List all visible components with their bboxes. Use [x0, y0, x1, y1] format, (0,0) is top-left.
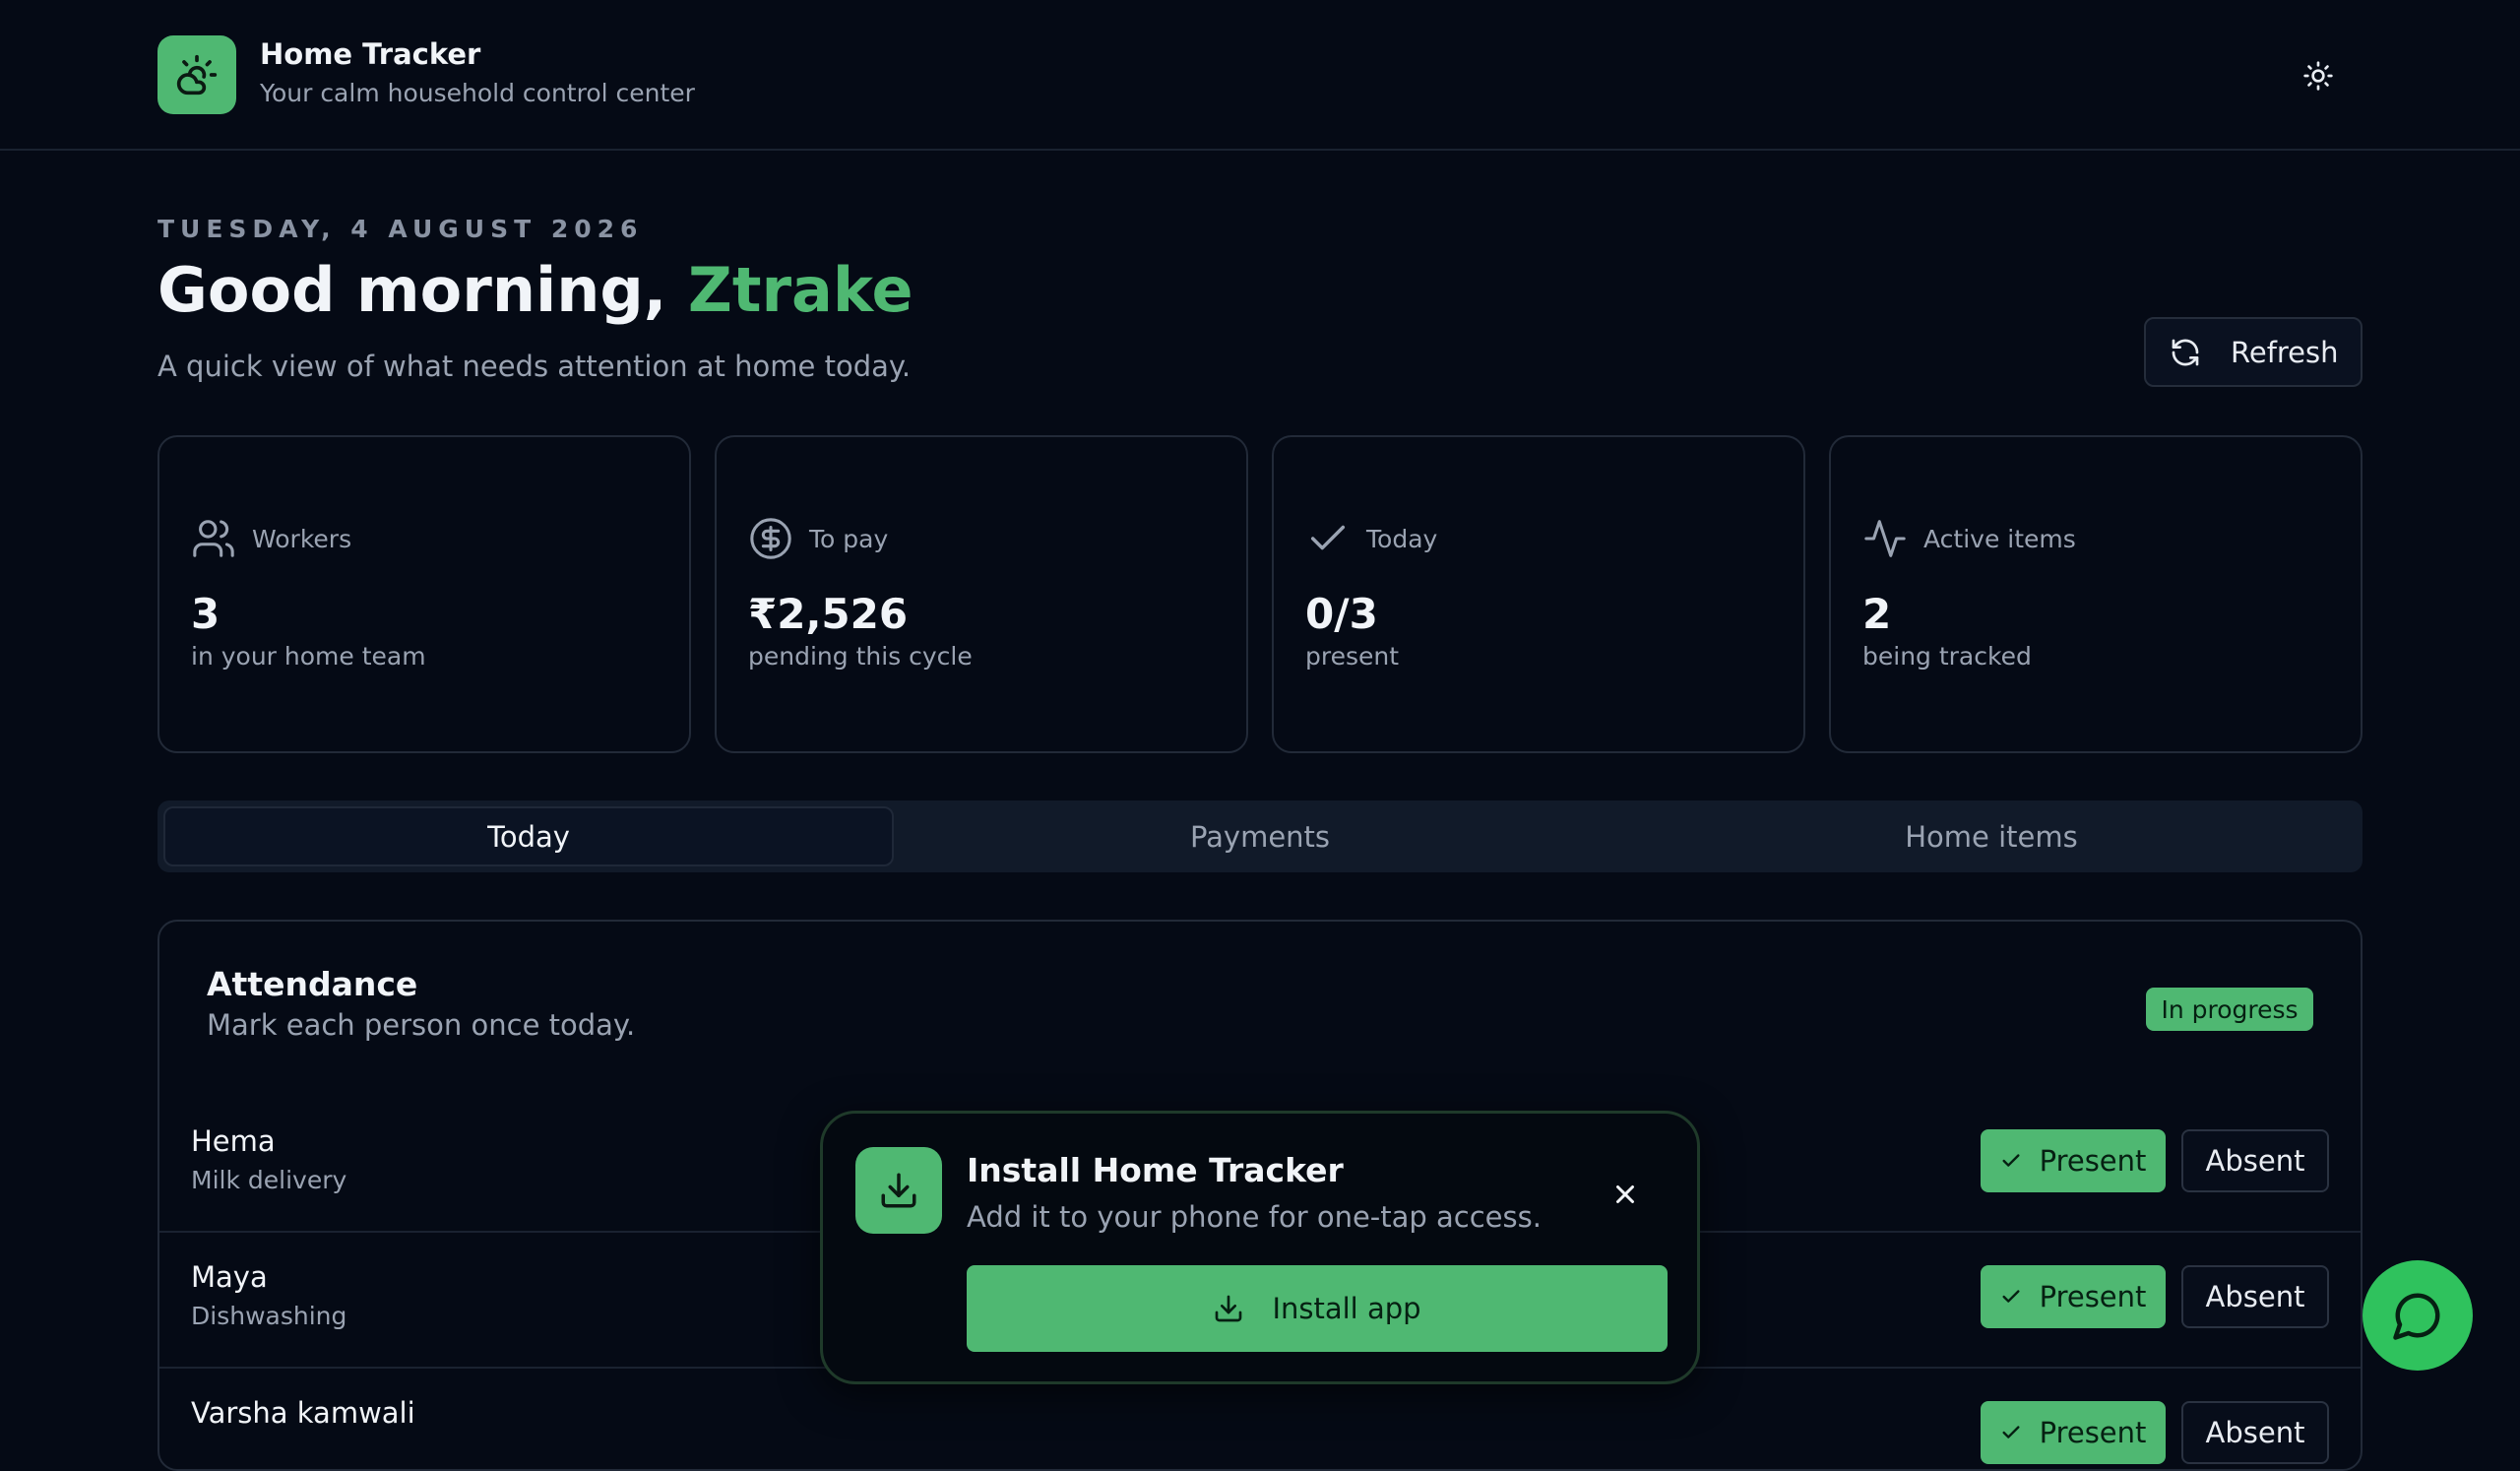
status-badge: In progress [2146, 988, 2313, 1031]
tab-home-items[interactable]: Home items [1626, 806, 2357, 866]
activity-icon [1864, 520, 1906, 557]
install-app-button[interactable]: Install app [967, 1265, 1668, 1352]
install-subtitle: Add it to your phone for one-tap access. [967, 1200, 1542, 1234]
install-title: Install Home Tracker [967, 1151, 1344, 1189]
app-logo [158, 35, 236, 114]
present-label: Present [2039, 1280, 2147, 1313]
install-prompt: Install Home Tracker Add it to your phon… [820, 1111, 1700, 1384]
tab-today[interactable]: Today [163, 806, 894, 866]
check-icon [2002, 1154, 2020, 1167]
download-icon [881, 1173, 916, 1208]
attendance-subtitle: Mark each person once today. [207, 1008, 636, 1042]
stat-note: present [1305, 642, 1400, 671]
worker-role: Dishwashing [191, 1302, 347, 1330]
close-icon [1616, 1185, 1634, 1203]
stat-label: Workers [252, 524, 352, 553]
check-icon [2002, 1426, 2020, 1439]
sun-cloud-icon [176, 54, 218, 96]
stat-value: 0/3 [1305, 590, 1378, 638]
stat-value: 3 [191, 590, 220, 638]
refresh-label: Refresh [2231, 335, 2339, 369]
stat-note: pending this cycle [748, 642, 973, 671]
stat-header: Today [1305, 516, 1437, 561]
close-button[interactable] [1606, 1175, 1645, 1214]
user-name: Ztrake [687, 254, 914, 326]
stat-header: To pay [748, 516, 888, 561]
install-icon-tile [855, 1147, 942, 1234]
refresh-icon [2172, 339, 2199, 365]
present-button[interactable]: Present [1981, 1401, 2166, 1464]
absent-button[interactable]: Absent [2181, 1265, 2329, 1328]
check-icon [2002, 1290, 2020, 1303]
dollar-circle-icon [750, 518, 791, 559]
stat-note: in your home team [191, 642, 426, 671]
worker-name: Varsha kamwali [191, 1396, 415, 1430]
present-button[interactable]: Present [1981, 1129, 2166, 1192]
stat-value: 2 [1862, 590, 1892, 638]
absent-button[interactable]: Absent [2181, 1129, 2329, 1192]
stat-label: Today [1366, 524, 1438, 553]
worker-name: Hema [191, 1124, 276, 1158]
app-header: Home Tracker Your calm household control… [0, 0, 2520, 151]
users-icon [193, 520, 234, 557]
install-button-label: Install app [1272, 1292, 1421, 1325]
chat-bubble-icon [2393, 1293, 2440, 1340]
stat-card-today: Today 0/3 present [1272, 435, 1805, 753]
check-icon [1310, 525, 1346, 550]
app-subtitle: Your calm household control center [260, 79, 695, 107]
sun-icon [2303, 61, 2333, 91]
download-icon [1216, 1295, 1242, 1322]
greeting-heading: Good morning, Ztrake [158, 254, 914, 326]
stat-card-active-items: Active items 2 being tracked [1829, 435, 2362, 753]
stat-value: ₹2,526 [748, 590, 909, 638]
chat-button[interactable] [2362, 1260, 2473, 1371]
refresh-button[interactable]: Refresh [2144, 317, 2362, 387]
worker-role: Milk delivery [191, 1166, 347, 1194]
attendance-title: Attendance [207, 965, 418, 1003]
stat-note: being tracked [1862, 642, 2032, 671]
present-label: Present [2039, 1144, 2147, 1178]
greeting-subtitle: A quick view of what needs attention at … [158, 350, 912, 383]
stat-header: Active items [1862, 516, 2076, 561]
stat-header: Workers [191, 516, 351, 561]
theme-toggle-button[interactable] [2294, 51, 2343, 100]
present-label: Present [2039, 1416, 2147, 1449]
section-tabs: Today Payments Home items [158, 800, 2362, 872]
stat-label: Active items [1923, 524, 2076, 553]
tab-payments[interactable]: Payments [895, 806, 1625, 866]
worker-name: Maya [191, 1260, 268, 1294]
absent-button[interactable]: Absent [2181, 1401, 2329, 1464]
greeting-prefix: Good morning, [158, 254, 688, 326]
present-button[interactable]: Present [1981, 1265, 2166, 1328]
stat-card-workers: Workers 3 in your home team [158, 435, 691, 753]
app-title: Home Tracker [260, 37, 481, 71]
stat-card-to-pay: To pay ₹2,526 pending this cycle [715, 435, 1248, 753]
date-line: TUESDAY, 4 AUGUST 2026 [158, 215, 644, 243]
stat-label: To pay [809, 524, 889, 553]
